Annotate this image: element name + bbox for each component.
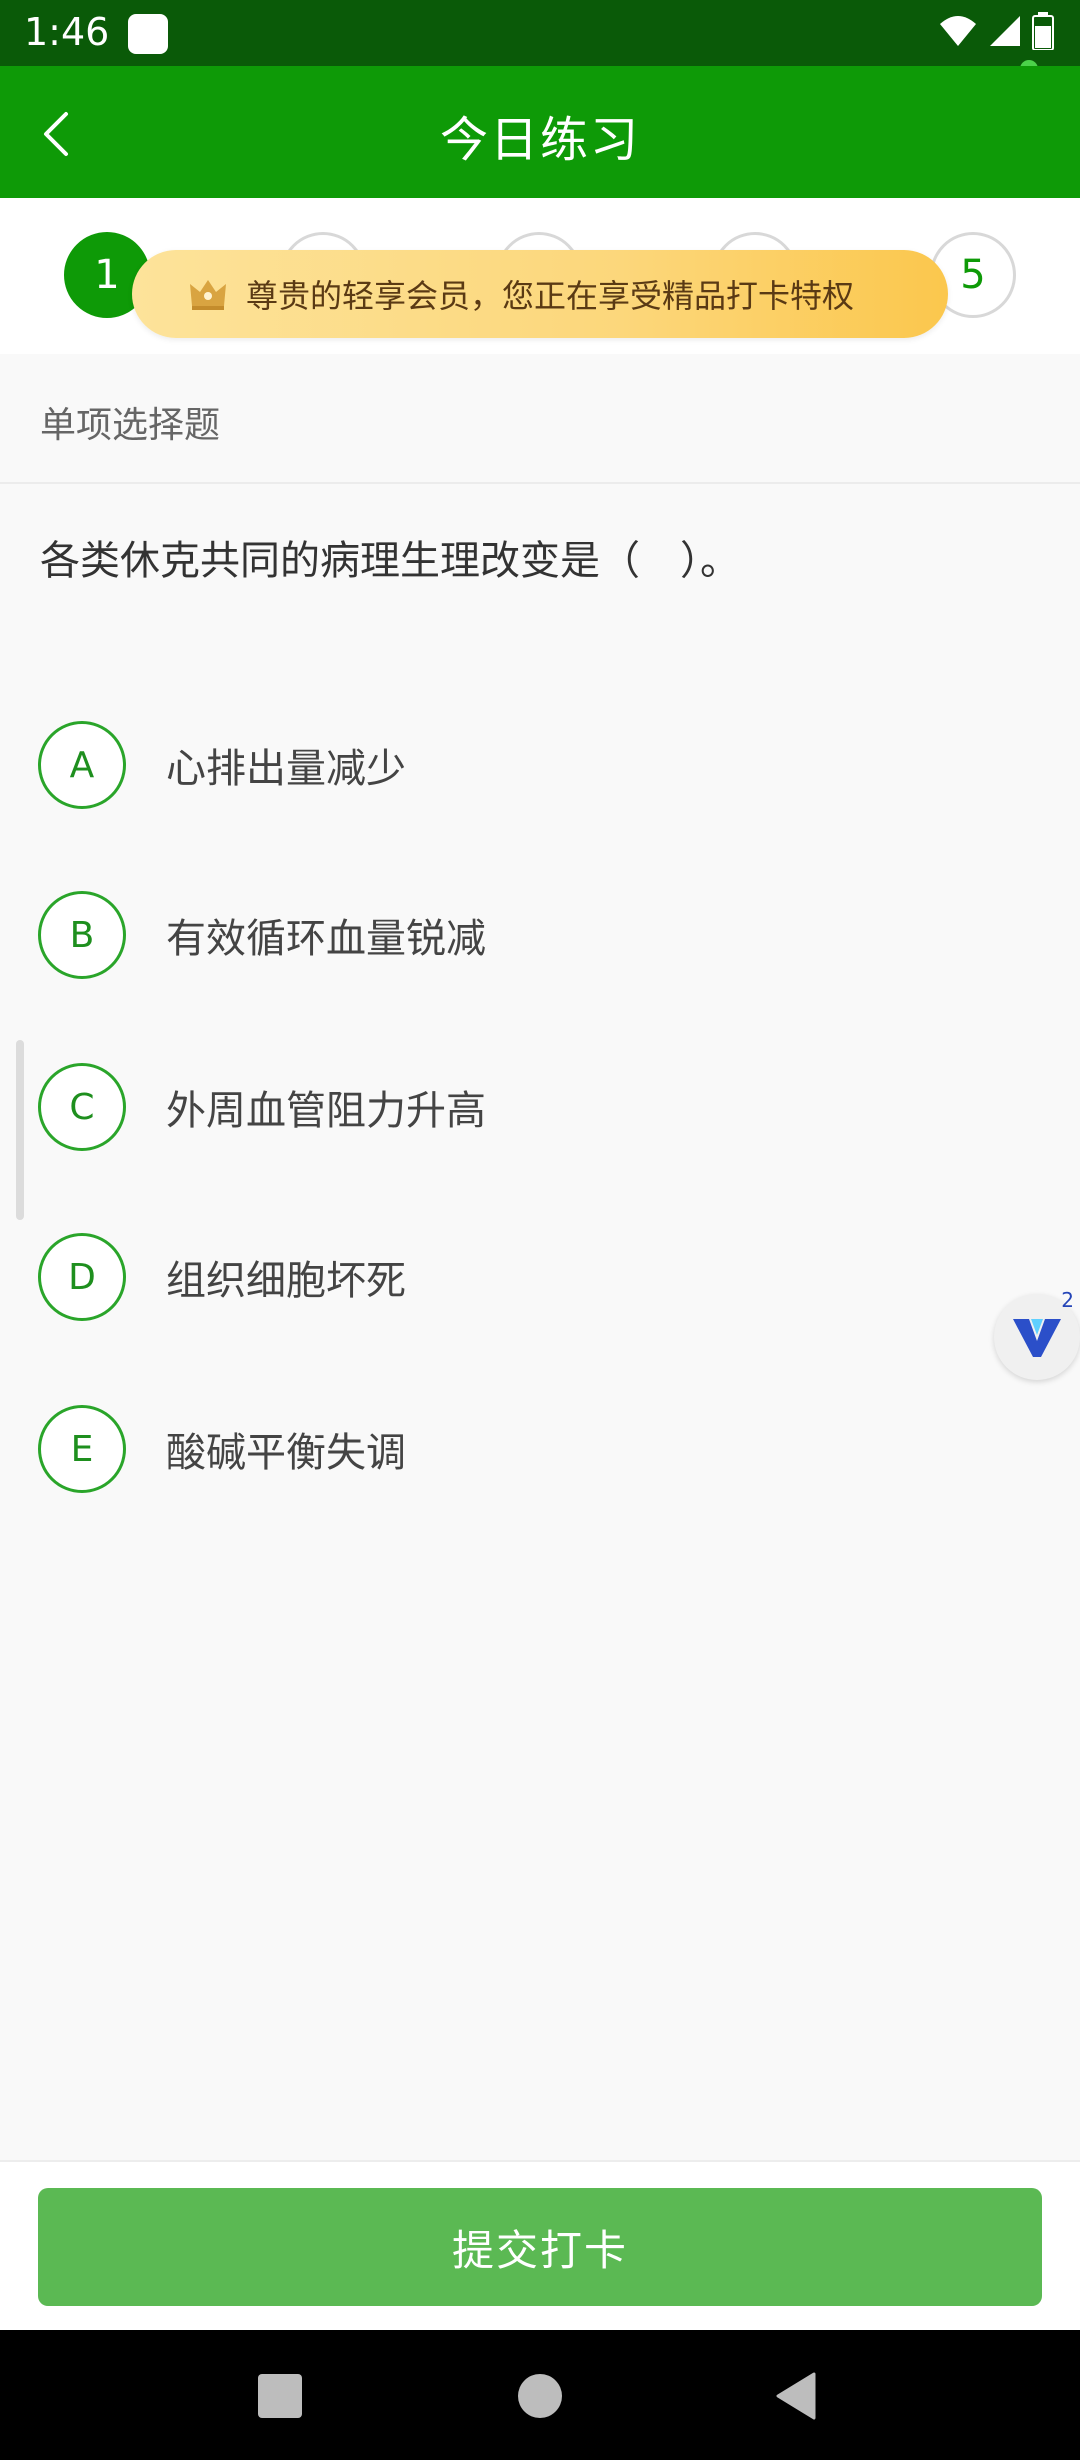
option-letter: C <box>38 1063 126 1151</box>
battery-icon <box>1032 12 1054 50</box>
option-text: 酸碱平衡失调 <box>166 1430 406 1476</box>
recents-icon[interactable] <box>258 2374 302 2418</box>
v-logo-icon <box>1013 1319 1061 1357</box>
signal-icon <box>990 16 1020 46</box>
status-time: 1:46 <box>24 10 110 54</box>
member-banner[interactable]: 尊贵的轻享会员，您正在享受精品打卡特权 <box>132 250 948 338</box>
option-letter: A <box>38 721 126 809</box>
wifi-icon <box>940 16 976 46</box>
floating-assistant-button[interactable]: 2 <box>994 1288 1080 1380</box>
notification-icon <box>128 14 168 54</box>
status-icons <box>938 12 1054 50</box>
option-text: 外周血管阻力升高 <box>166 1088 486 1134</box>
practice-screen: 1:46 今日练习 1 5 尊贵的轻享会员，您正在享受精品打卡特权 单项选择题 … <box>0 0 1080 2460</box>
submit-area: 提交打卡 <box>0 2160 1080 2330</box>
option-a[interactable]: A 心排出量减少 <box>38 720 1038 810</box>
option-d[interactable]: D 组织细胞坏死 <box>38 1232 1038 1322</box>
option-b[interactable]: B 有效循环血量锐减 <box>38 890 1038 980</box>
home-icon[interactable] <box>518 2374 562 2418</box>
question-type-header: 单项选择题 <box>0 354 1080 484</box>
system-nav-bar <box>0 2330 1080 2460</box>
page-title: 今日练习 <box>439 112 640 168</box>
floating-badge-count: 2 <box>1061 1288 1074 1312</box>
option-letter: E <box>38 1405 126 1493</box>
option-text: 组织细胞坏死 <box>166 1258 406 1304</box>
option-e[interactable]: E 酸碱平衡失调 <box>38 1404 1038 1494</box>
option-letter: B <box>38 891 126 979</box>
member-banner-text: 尊贵的轻享会员，您正在享受精品打卡特权 <box>246 277 855 315</box>
crown-icon <box>190 280 226 310</box>
option-text: 心排出量减少 <box>166 746 406 792</box>
question-text: 各类休克共同的病理生理改变是（ ）。 <box>40 538 740 584</box>
submit-checkin-button[interactable]: 提交打卡 <box>38 2188 1042 2306</box>
status-bar: 1:46 <box>0 0 1080 66</box>
option-letter: D <box>38 1233 126 1321</box>
app-bar: 今日练习 <box>0 66 1080 198</box>
question-type-label: 单项选择题 <box>40 405 221 446</box>
back-triangle-icon[interactable] <box>774 2372 818 2420</box>
scroll-indicator[interactable] <box>16 1040 24 1220</box>
option-c[interactable]: C 外周血管阻力升高 <box>38 1062 1038 1152</box>
progress-steps: 1 5 尊贵的轻享会员，您正在享受精品打卡特权 <box>0 198 1080 354</box>
option-text: 有效循环血量锐减 <box>166 916 486 962</box>
